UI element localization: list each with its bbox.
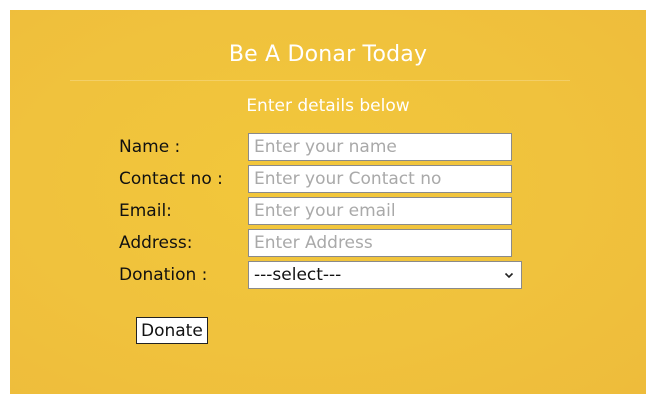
address-label: Address:	[119, 233, 193, 253]
address-input[interactable]	[248, 229, 512, 257]
chevron-down-icon	[502, 268, 516, 282]
title-divider	[70, 80, 570, 81]
donation-select[interactable]: ---select---	[248, 261, 522, 289]
donate-button[interactable]: Donate	[136, 317, 208, 344]
email-input[interactable]	[248, 197, 512, 225]
name-label: Name :	[119, 137, 181, 157]
donation-label: Donation :	[119, 265, 208, 285]
name-input[interactable]	[248, 133, 512, 161]
contact-input[interactable]	[248, 165, 512, 193]
contact-label: Contact no :	[119, 169, 223, 189]
donation-select-value: ---select---	[254, 265, 342, 285]
email-label: Email:	[119, 201, 172, 221]
form-title: Be A Donar Today	[228, 42, 428, 67]
form-subtitle: Enter details below	[246, 96, 410, 116]
donor-form-panel: Be A Donar Today Enter details below Nam…	[10, 10, 646, 394]
